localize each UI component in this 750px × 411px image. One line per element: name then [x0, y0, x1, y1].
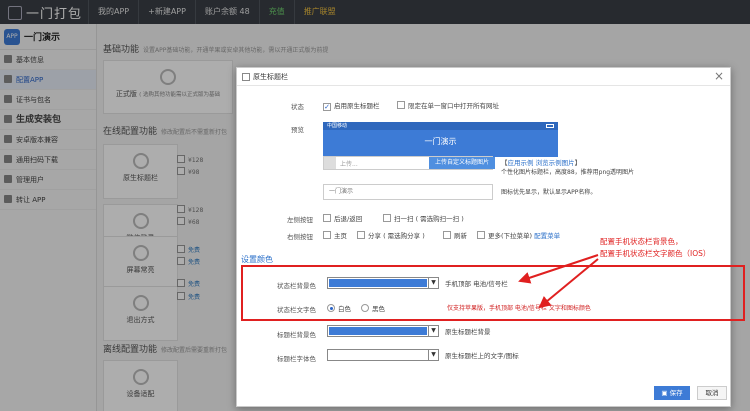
- back-checkbox[interactable]: 后退/返回: [323, 213, 362, 223]
- upload-title-image-button[interactable]: 上传自定义标题图片: [429, 157, 495, 169]
- custom-image-hint: 个性化图片标题栏，高度88，推荐用png透明图片: [501, 169, 635, 176]
- dialog-header: 原生标题栏 ×: [237, 68, 730, 86]
- dialog-title: 原生标题栏: [253, 73, 288, 81]
- chevron-down-icon: ▼: [428, 350, 438, 360]
- titlebar-preview: 中国移动 一门演示: [323, 122, 558, 157]
- title-bg-swatch: [329, 327, 427, 335]
- arrow-to-status-text: [538, 258, 599, 309]
- title-font-label: 标题栏字体色: [277, 355, 316, 363]
- checkbox-icon: [323, 231, 331, 239]
- annotation-arrows: [518, 254, 599, 309]
- title-font-color-select[interactable]: ▼: [327, 349, 439, 361]
- checkbox-checked-icon: ✓: [323, 103, 331, 111]
- title-bg-label: 标题栏背景色: [277, 331, 316, 339]
- more-checkbox[interactable]: 更多(下拉菜单) 配置菜单: [477, 230, 560, 240]
- checkbox-icon: [477, 231, 485, 239]
- share-checkbox[interactable]: 分享 ( 需选购分享 ): [357, 230, 425, 240]
- enable-titlebar-checkbox[interactable]: ✓ 启用原生标题栏: [323, 100, 380, 111]
- title-font-swatch: [329, 351, 427, 359]
- window-icon: [242, 73, 250, 81]
- refresh-checkbox[interactable]: 刷新: [443, 230, 467, 240]
- preview-statusbar: 中国移动: [323, 122, 558, 130]
- left-button-label: 左侧按钮: [287, 216, 313, 224]
- battery-icon: [546, 124, 554, 128]
- config-menu-link[interactable]: 配置菜单: [534, 232, 560, 240]
- title-hint: 图标优先显示，默认显示APP名称。: [501, 189, 597, 196]
- save-button[interactable]: ▣ 保存: [654, 386, 690, 400]
- cancel-button[interactable]: 取消: [697, 386, 727, 400]
- preview-label: 预览: [291, 126, 304, 134]
- title-text-input[interactable]: 一门演示: [323, 184, 493, 200]
- title-font-hint: 原生标题栏上的文字/图标: [445, 352, 519, 360]
- single-window-checkbox[interactable]: 限定在单一窗口中打开所有网址: [397, 100, 499, 110]
- user-image-icon: [324, 157, 336, 169]
- status-label: 状态: [291, 103, 304, 111]
- checkbox-icon: [443, 231, 451, 239]
- scan-checkbox[interactable]: 扫一扫 ( 需选购扫一扫 ): [383, 213, 464, 223]
- checkbox-icon: [383, 214, 391, 222]
- chevron-down-icon: ▼: [428, 326, 438, 336]
- example-links: 【应用示例 浏览示例图片】: [501, 159, 582, 167]
- title-bg-hint: 原生标题栏背景: [445, 328, 491, 336]
- checkbox-icon: [323, 214, 331, 222]
- color-section-title: 设置颜色: [241, 255, 273, 264]
- app-example-link[interactable]: 应用示例: [508, 159, 534, 167]
- home-checkbox[interactable]: 主页: [323, 230, 347, 240]
- preview-title: 一门演示: [424, 137, 457, 146]
- close-icon[interactable]: ×: [714, 69, 724, 83]
- title-bg-color-select[interactable]: ▼: [327, 325, 439, 337]
- right-button-label: 右侧按钮: [287, 233, 313, 241]
- browse-example-link[interactable]: 浏览示例图片: [536, 159, 575, 167]
- checkbox-icon: [357, 231, 365, 239]
- save-icon: ▣: [661, 389, 670, 397]
- checkbox-icon: [397, 101, 405, 109]
